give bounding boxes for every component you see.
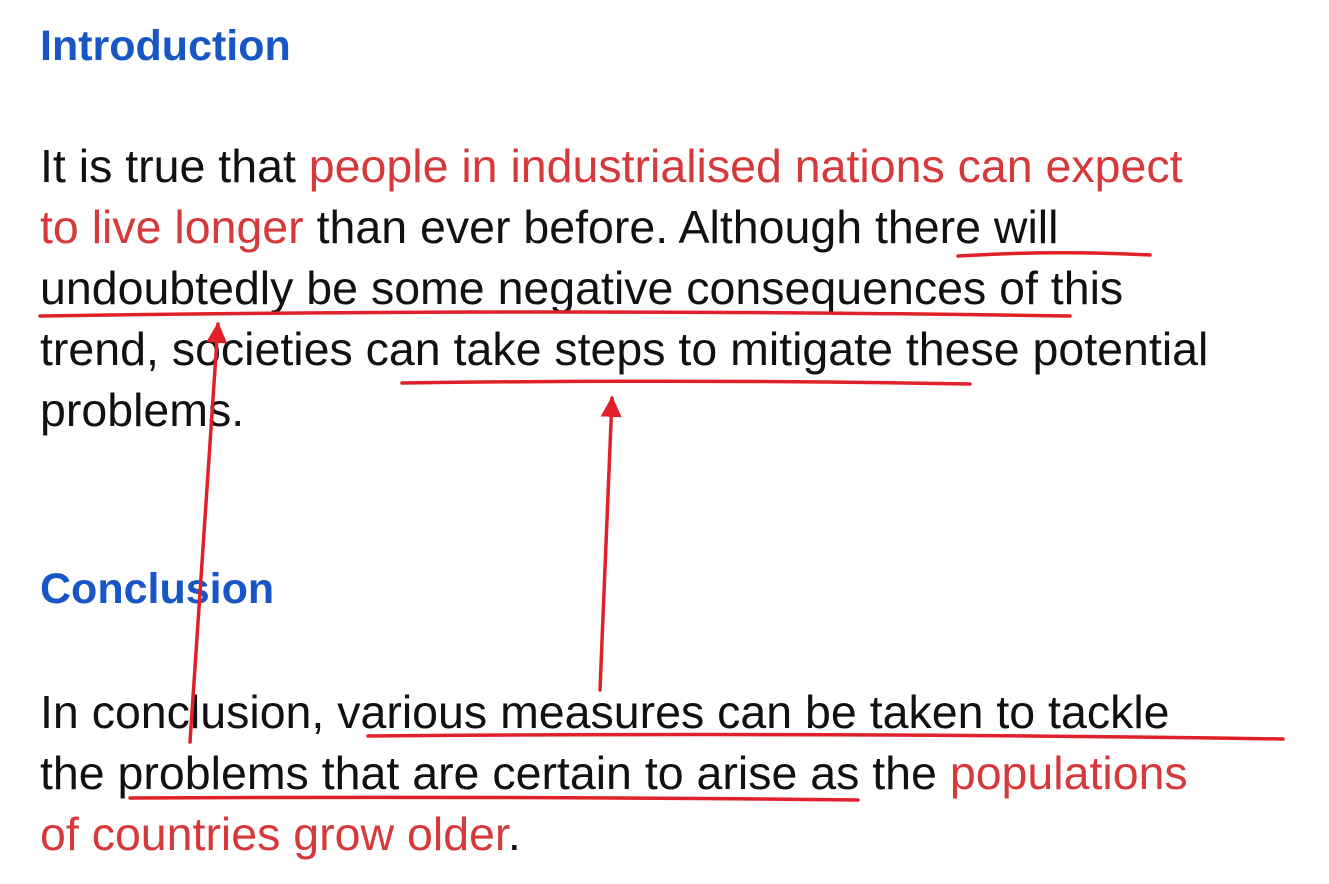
paragraph-line: In conclusion, various measures can be t… bbox=[40, 682, 1188, 743]
paragraph-line: of countries grow older. bbox=[40, 804, 1188, 865]
highlighted-phrase: people in industrialised nations can exp… bbox=[308, 140, 1183, 192]
text-segment: In conclusion, various measures can be t… bbox=[40, 686, 1170, 738]
paragraph-line: trend, societies can take steps to mitig… bbox=[40, 319, 1208, 380]
paragraph-line: to live longer than ever before. Althoug… bbox=[40, 197, 1208, 258]
text-segment: the problems that are certain to arise a… bbox=[40, 747, 950, 799]
conclusion-heading: Conclusion bbox=[40, 565, 275, 613]
text-segment: than ever before. Although there will bbox=[303, 201, 1059, 253]
conclusion-paragraph: In conclusion, various measures can be t… bbox=[40, 682, 1188, 865]
introduction-heading: Introduction bbox=[40, 22, 291, 70]
text-segment: It is true that bbox=[40, 140, 309, 192]
paragraph-line: problems. bbox=[40, 380, 1208, 441]
arrow-to-mitigate bbox=[598, 395, 622, 692]
introduction-paragraph: It is true that people in industrialised… bbox=[40, 136, 1208, 441]
text-segment: undoubtedly be some negative consequence… bbox=[40, 262, 1124, 314]
paragraph-line: It is true that people in industrialised… bbox=[40, 136, 1208, 197]
highlighted-phrase: to live longer bbox=[40, 201, 304, 253]
highlighted-phrase: populations bbox=[949, 747, 1188, 799]
text-segment: problems. bbox=[40, 384, 245, 436]
text-segment: . bbox=[507, 808, 521, 860]
highlighted-phrase: of countries grow older bbox=[40, 808, 508, 860]
paragraph-line: the problems that are certain to arise a… bbox=[40, 743, 1188, 804]
paragraph-line: undoubtedly be some negative consequence… bbox=[40, 258, 1208, 319]
text-segment: trend, societies can take steps to mitig… bbox=[40, 323, 1209, 375]
